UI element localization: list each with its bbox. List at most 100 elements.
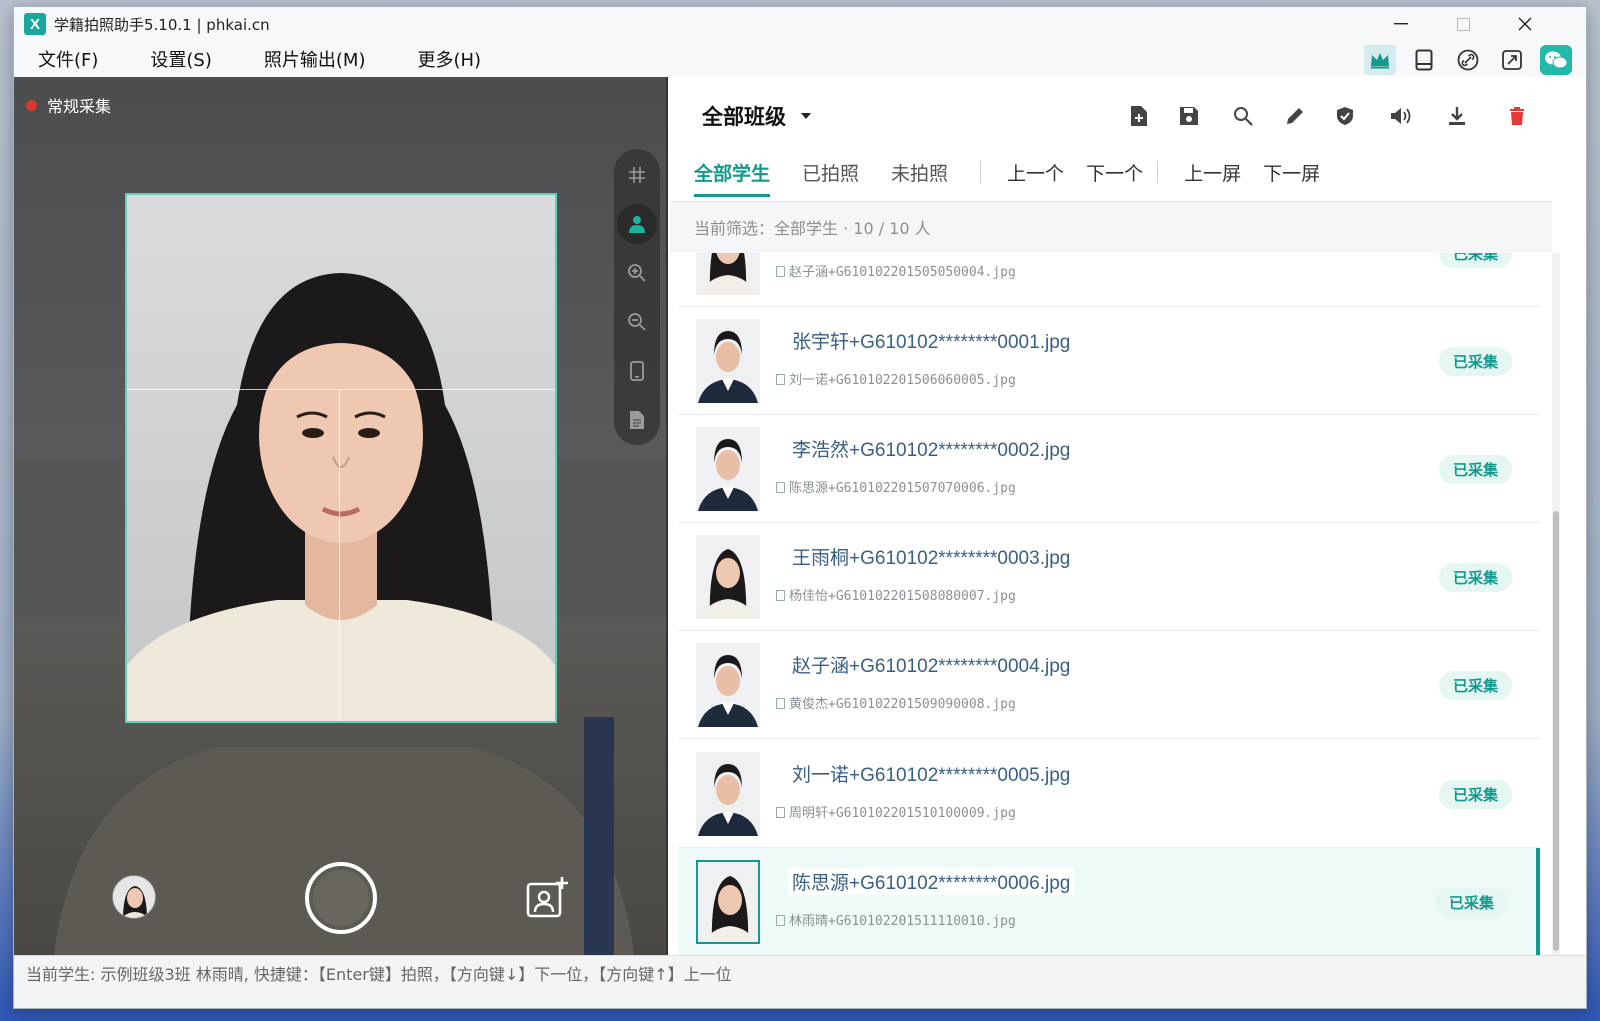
- student-photo-thumbnail: [696, 860, 760, 944]
- edit-icon[interactable]: [1280, 101, 1310, 131]
- save-icon[interactable]: [1174, 101, 1204, 131]
- source-file: 林雨晴+G610102201511110010.jpg: [776, 910, 1016, 929]
- next-student-button[interactable]: 下一个: [1086, 159, 1143, 186]
- zoom-in-icon[interactable]: [617, 253, 657, 293]
- student-photo-thumbnail: [696, 752, 760, 836]
- delete-icon[interactable]: [1502, 101, 1532, 131]
- wechat-icon[interactable]: [1540, 45, 1572, 75]
- crown-icon[interactable]: [1364, 45, 1396, 75]
- grid-icon[interactable]: [617, 155, 657, 195]
- photo-filename: 王雨桐+G610102********0003.jpg: [788, 543, 1075, 570]
- file-icon: [776, 374, 785, 385]
- document-icon[interactable]: [617, 400, 657, 440]
- student-row[interactable]: 赵子涵+G610102********0004.jpg 黄俊杰+G61010220…: [678, 631, 1540, 739]
- file-icon: [776, 807, 785, 818]
- download-icon[interactable]: [1442, 101, 1472, 131]
- file-icon: [776, 915, 785, 926]
- dropdown-caret-icon: [801, 113, 811, 119]
- prev-student-button[interactable]: 上一个: [1007, 159, 1064, 186]
- class-selector[interactable]: 全部班级: [702, 101, 812, 131]
- prev-page-button[interactable]: 上一屏: [1184, 159, 1241, 186]
- tab-all-students[interactable]: 全部学生: [694, 159, 771, 197]
- source-file: 赵子涵+G610102201505050004.jpg: [776, 261, 1016, 280]
- file-icon: [776, 482, 785, 493]
- status-badge: 已采集: [1438, 347, 1512, 376]
- status-badge: 已采集: [1438, 455, 1512, 484]
- source-file: 黄俊杰+G610102201509090008.jpg: [776, 693, 1016, 712]
- source-filename: 周明轩+G610102201510100009.jpg: [789, 806, 1016, 821]
- student-photo-thumbnail: [696, 319, 760, 403]
- source-filename: 黄俊杰+G610102201509090008.jpg: [789, 697, 1016, 712]
- list-scrollbar[interactable]: [1552, 253, 1560, 955]
- file-icon: [776, 590, 785, 601]
- student-row[interactable]: 王雨桐+G610102********0003.jpg 杨佳怡+G61010220…: [678, 523, 1540, 631]
- title-bar: X 学籍拍照助手5.10.1 | phkai.cn: [14, 7, 1586, 41]
- status-badge: 已采集: [1438, 253, 1512, 268]
- search-icon[interactable]: [1228, 101, 1258, 131]
- class-title: 全部班级: [702, 105, 786, 129]
- window-title: 学籍拍照助手5.10.1 | phkai.cn: [54, 15, 270, 34]
- student-row[interactable]: 陈思源+G610102********0006.jpg 林雨晴+G61010220…: [678, 848, 1540, 955]
- student-row[interactable]: 张宇轩+G610102********0001.jpg 刘一诺+G61010220…: [678, 307, 1540, 415]
- top-toolbar: [1364, 45, 1572, 75]
- add-photo-icon[interactable]: [524, 875, 570, 921]
- student-photo-thumbnail: [696, 535, 760, 619]
- photo-filename: 赵子涵+G610102********0004.jpg: [788, 651, 1075, 678]
- capture-mode: 常规采集: [26, 93, 111, 117]
- next-page-button[interactable]: 下一屏: [1263, 159, 1320, 186]
- menu-photo-output[interactable]: 照片输出(M): [264, 46, 366, 72]
- tab-not-photographed[interactable]: 未拍照: [891, 159, 948, 194]
- share-screen-icon[interactable]: [1496, 45, 1528, 75]
- tablet-icon[interactable]: [1408, 45, 1440, 75]
- source-filename: 刘一诺+G610102201506060005.jpg: [789, 373, 1016, 388]
- student-row[interactable]: 赵子涵+G610102201505050004.jpg 已采集: [678, 253, 1540, 307]
- filter-summary: 当前筛选：全部学生 · 10 / 10 人: [670, 201, 1552, 253]
- student-list: 赵子涵+G610102201505050004.jpg 已采集 张宇轩+G61010…: [670, 253, 1552, 955]
- scrollbar-thumb[interactable]: [1553, 511, 1559, 951]
- menu-settings[interactable]: 设置(S): [150, 46, 211, 72]
- subject-face-image: [127, 273, 555, 721]
- last-photo-thumbnail[interactable]: [112, 875, 156, 919]
- student-photo-thumbnail: [696, 427, 760, 511]
- status-badge: 已采集: [1438, 563, 1512, 592]
- camera-preview: 常规采集: [14, 77, 668, 955]
- new-file-icon[interactable]: [1124, 101, 1154, 131]
- photo-filename: 张宇轩+G610102********0001.jpg: [788, 327, 1075, 354]
- tab-divider: [980, 161, 982, 183]
- shield-icon[interactable]: [1330, 101, 1360, 131]
- action-toolbar: [1124, 101, 1544, 131]
- student-row[interactable]: 刘一诺+G610102********0005.jpg 周明轩+G61010220…: [678, 740, 1540, 848]
- file-icon: [776, 698, 785, 709]
- capture-mode-label: 常规采集: [47, 97, 112, 116]
- link-icon[interactable]: [1452, 45, 1484, 75]
- maximize-button[interactable]: [1432, 7, 1494, 41]
- nav-divider: [1157, 161, 1159, 183]
- close-button[interactable]: [1494, 7, 1556, 41]
- source-filename: 赵子涵+G610102201505050004.jpg: [789, 265, 1016, 280]
- menu-more[interactable]: 更多(H): [417, 46, 481, 72]
- source-file: 刘一诺+G610102201506060005.jpg: [776, 369, 1016, 388]
- zoom-out-icon[interactable]: [617, 302, 657, 342]
- horizontal-guide-line: [127, 389, 555, 390]
- vertical-guide-line: [339, 389, 340, 721]
- tab-photographed[interactable]: 已拍照: [802, 159, 859, 194]
- source-filename: 林雨晴+G610102201511110010.jpg: [789, 914, 1016, 929]
- mobile-icon[interactable]: [617, 351, 657, 391]
- menu-file[interactable]: 文件(F): [38, 46, 98, 72]
- person-detect-icon[interactable]: [617, 204, 657, 244]
- student-row[interactable]: 李浩然+G610102********0002.jpg 陈思源+G61010220…: [678, 415, 1540, 523]
- student-photo-thumbnail: [696, 253, 760, 295]
- source-file: 陈思源+G610102201507070006.jpg: [776, 477, 1016, 496]
- recording-dot-icon: [26, 99, 37, 111]
- status-bar: 当前学生: 示例班级3班 林雨晴, 快捷键：【Enter键】拍照，【方向键↓】下…: [14, 955, 1586, 1008]
- speaker-icon[interactable]: [1386, 101, 1416, 131]
- source-filename: 陈思源+G610102201507070006.jpg: [789, 481, 1016, 496]
- student-panel: 全部班级 全部学生 已拍照 未拍照 上一个 下一个 上一屏 下一屏 当前筛选：全…: [670, 77, 1586, 955]
- source-file: 杨佳怡+G610102201508080007.jpg: [776, 585, 1016, 604]
- minimize-button[interactable]: [1370, 7, 1432, 41]
- photo-filename: 刘一诺+G610102********0005.jpg: [788, 760, 1075, 787]
- shutter-button[interactable]: [305, 862, 377, 934]
- student-photo-thumbnail: [696, 643, 760, 727]
- status-badge: 已采集: [1438, 671, 1512, 700]
- id-photo-frame: [125, 193, 557, 723]
